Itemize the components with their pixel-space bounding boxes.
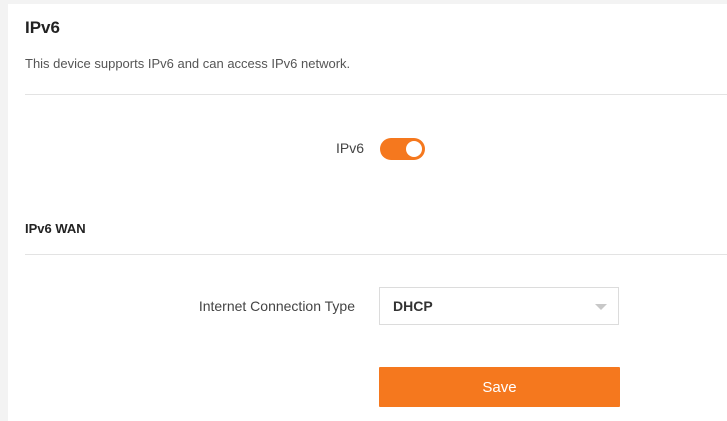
page-description: This device supports IPv6 and can access… [25,56,351,71]
header-divider [25,94,727,95]
connection-type-value: DHCP [393,298,433,314]
ipv6-toggle-switch[interactable] [380,138,425,160]
settings-panel: IPv6 This device supports IPv6 and can a… [8,4,727,421]
connection-type-label: Internet Connection Type [198,298,355,314]
toggle-knob [406,141,422,157]
section-title-ipv6-wan: IPv6 WAN [25,221,86,236]
ipv6-toggle-label: IPv6 [335,140,364,156]
page-title: IPv6 [25,18,60,37]
connection-type-select[interactable]: DHCP [379,287,619,325]
save-button[interactable]: Save [379,367,620,407]
chevron-down-icon [595,304,607,310]
section-divider [25,254,727,255]
